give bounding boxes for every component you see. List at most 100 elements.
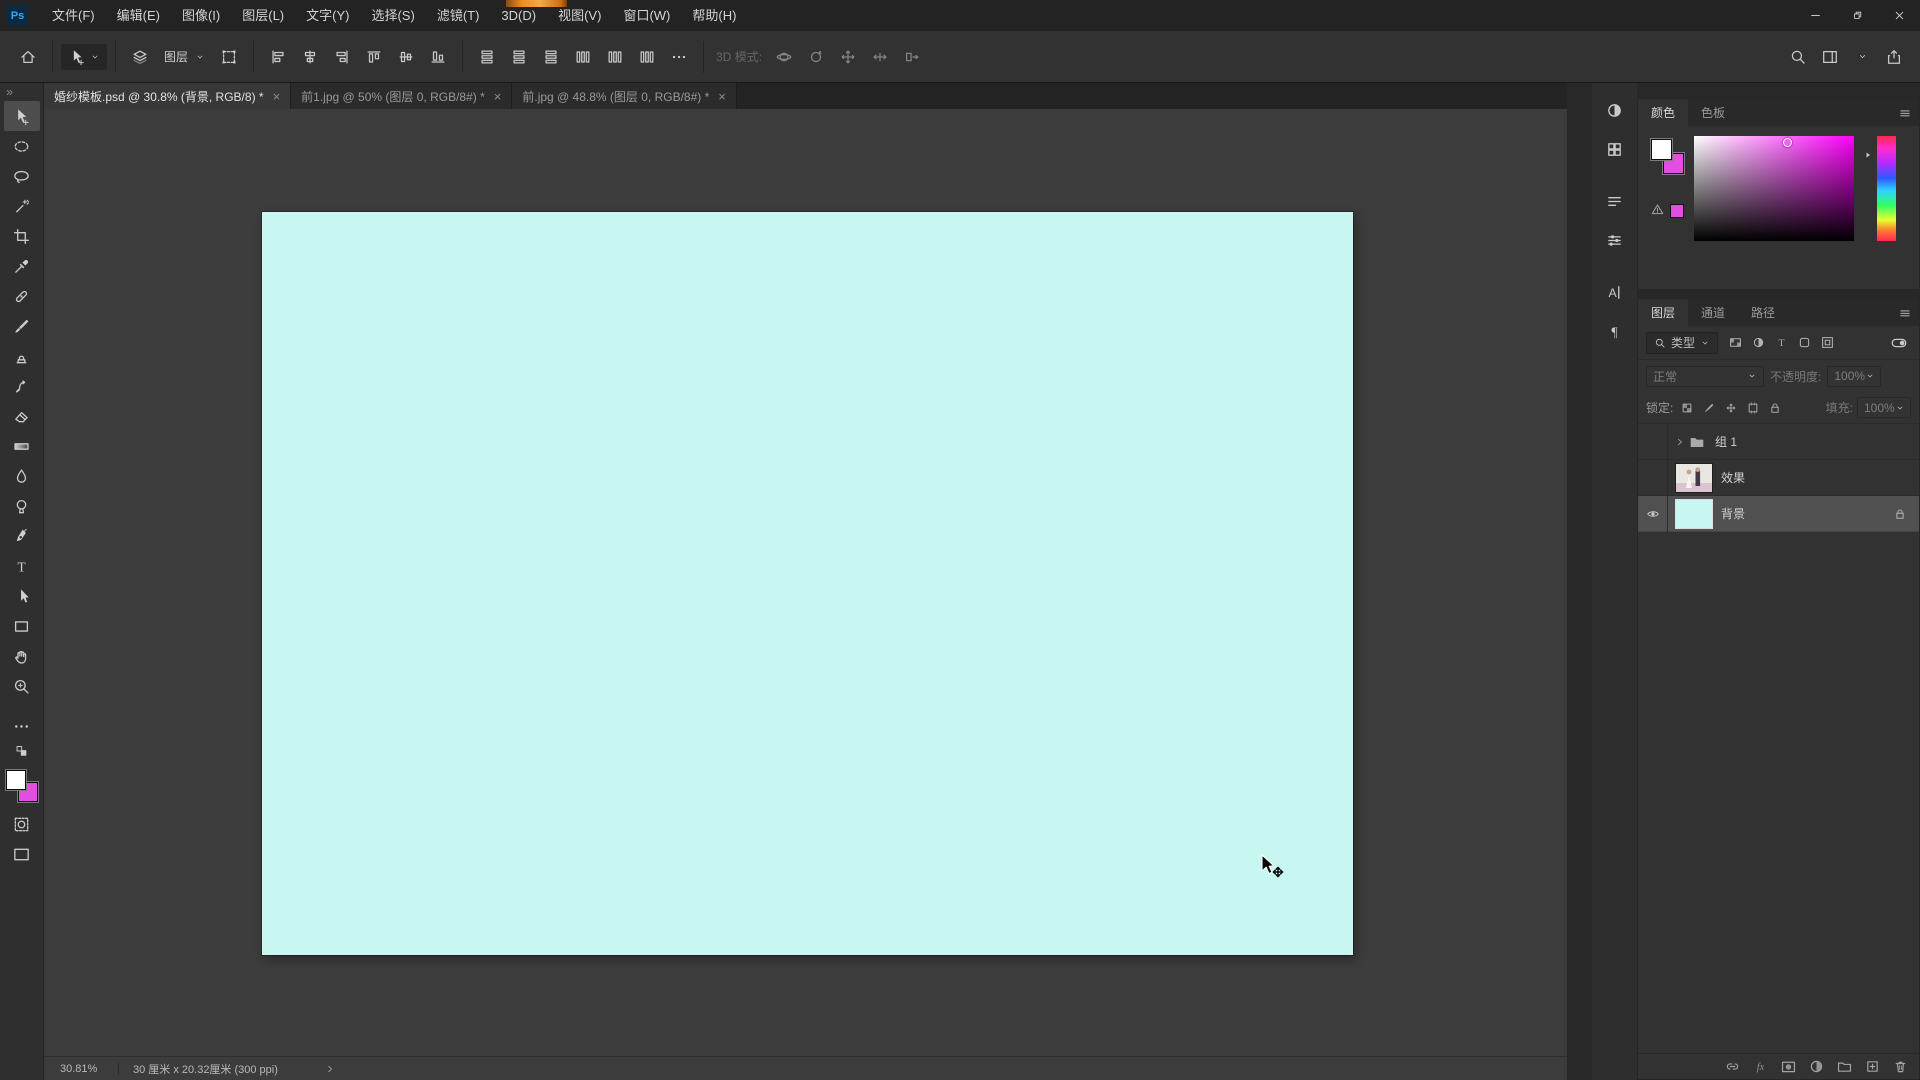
layer-thumbnail[interactable] [1676, 500, 1712, 528]
visibility-toggle[interactable] [1638, 424, 1668, 460]
filter-smart-object-icon[interactable] [1817, 333, 1838, 353]
clone-stamp-tool[interactable] [4, 341, 40, 371]
menu-item-1[interactable]: 文件(F) [41, 0, 106, 31]
document-tab-2[interactable]: 前1.jpg @ 50% (图层 0, RGB/8#) *× [291, 83, 512, 109]
pen-tool[interactable] [4, 521, 40, 551]
color-panel-menu-button[interactable] [1891, 99, 1919, 126]
expand-group-icon[interactable] [1674, 436, 1686, 448]
edit-toolbar-button[interactable] [4, 711, 40, 741]
paragraph-panel-icon[interactable]: ¶ [1592, 314, 1637, 348]
auto-select-dropdown[interactable]: 图层 [156, 45, 213, 68]
3d-slide-icon[interactable] [866, 43, 894, 71]
minimize-button[interactable] [1794, 0, 1836, 31]
share-button[interactable] [1880, 43, 1908, 71]
color-picker-indicator[interactable] [1783, 138, 1792, 147]
dodge-tool[interactable] [4, 491, 40, 521]
menu-item-7[interactable]: 滤镜(T) [426, 0, 491, 31]
menu-item-6[interactable]: 选择(S) [360, 0, 425, 31]
fill-dropdown[interactable]: 100% [1857, 397, 1911, 418]
gradient-tool[interactable] [4, 431, 40, 461]
tab-close-icon[interactable]: × [273, 89, 281, 104]
foreground-color-swatch[interactable] [6, 770, 26, 790]
gamut-warning-icon[interactable] [1650, 202, 1665, 217]
blend-mode-dropdown[interactable]: 正常 [1646, 366, 1764, 387]
opacity-dropdown[interactable]: 100% [1827, 366, 1881, 387]
properties-panel-icon[interactable] [1592, 223, 1637, 257]
eyedropper-tool[interactable] [4, 251, 40, 281]
layer-row-effects[interactable]: 效果 [1638, 460, 1919, 496]
menu-item-5[interactable]: 文字(Y) [295, 0, 360, 31]
distribute-top-icon[interactable] [473, 43, 501, 71]
layer-mask-icon[interactable] [1775, 1055, 1801, 1079]
libraries-panel-icon[interactable] [1592, 132, 1637, 166]
align-right-icon[interactable] [328, 43, 356, 71]
layer-row-group-1[interactable]: 组 1 [1638, 424, 1919, 460]
current-tool-button[interactable] [61, 44, 107, 70]
menu-item-11[interactable]: 帮助(H) [681, 0, 747, 31]
eraser-tool[interactable] [4, 401, 40, 431]
quick-mask-button[interactable] [4, 809, 40, 839]
lock-transparent-icon[interactable] [1677, 398, 1696, 417]
workspace-chevron-button[interactable] [1848, 43, 1876, 71]
type-tool[interactable]: T [4, 551, 40, 581]
3d-zoom-icon[interactable] [898, 43, 926, 71]
distribute-right-icon[interactable] [633, 43, 661, 71]
zoom-tool[interactable] [4, 671, 40, 701]
lock-move-icon[interactable] [1721, 398, 1740, 417]
more-align-options-button[interactable] [665, 43, 693, 71]
visibility-toggle[interactable] [1638, 496, 1668, 532]
filter-type-icon[interactable]: T [1771, 333, 1792, 353]
restore-button[interactable] [1836, 0, 1878, 31]
document-tab-3[interactable]: 前.jpg @ 48.8% (图层 0, RGB/8#) *× [512, 83, 737, 109]
gamut-color-swatch[interactable] [1670, 204, 1684, 218]
brush-tool[interactable] [4, 311, 40, 341]
3d-orbit-icon[interactable] [770, 43, 798, 71]
screen-mode-button[interactable] [4, 839, 40, 869]
rectangle-tool[interactable] [4, 611, 40, 641]
visibility-toggle[interactable] [1638, 460, 1668, 496]
align-center-v-icon[interactable] [392, 43, 420, 71]
filter-type-dropdown[interactable]: 类型 [1646, 332, 1718, 354]
menu-item-3[interactable]: 图像(I) [171, 0, 231, 31]
distribute-center-h-icon[interactable] [601, 43, 629, 71]
layers-panel-menu-button[interactable] [1891, 299, 1919, 326]
marquee-tool[interactable] [4, 131, 40, 161]
layer-thumbnail[interactable] [1676, 464, 1712, 492]
move-tool[interactable] [4, 101, 40, 131]
new-group-icon[interactable] [1831, 1055, 1857, 1079]
filter-pixel-icon[interactable] [1725, 333, 1746, 353]
tab-close-icon[interactable]: × [718, 89, 726, 104]
layer-effects-icon[interactable]: fx [1747, 1055, 1773, 1079]
history-brush-tool[interactable] [4, 371, 40, 401]
foreground-color-swatch[interactable] [1651, 139, 1672, 160]
default-colors-button[interactable] [4, 741, 40, 761]
status-chevron-icon[interactable] [324, 1063, 336, 1075]
document-canvas[interactable] [262, 212, 1353, 955]
3d-pan-icon[interactable] [834, 43, 862, 71]
workspace-button[interactable] [1816, 43, 1844, 71]
character-panel-icon[interactable]: A [1592, 275, 1637, 309]
3d-roll-icon[interactable] [802, 43, 830, 71]
menu-item-4[interactable]: 图层(L) [231, 0, 295, 31]
tab-close-icon[interactable]: × [494, 89, 502, 104]
layer-row-background[interactable]: 背景 [1638, 496, 1919, 532]
show-transform-controls-toggle[interactable] [215, 43, 243, 71]
menu-item-10[interactable]: 窗口(W) [612, 0, 681, 31]
home-button[interactable] [14, 43, 42, 71]
lock-all-icon[interactable] [1765, 398, 1784, 417]
link-layers-icon[interactable] [1719, 1055, 1745, 1079]
healing-brush-tool[interactable] [4, 281, 40, 311]
blur-tool[interactable] [4, 461, 40, 491]
filter-shape-icon[interactable] [1794, 333, 1815, 353]
menu-item-2[interactable]: 编辑(E) [106, 0, 171, 31]
tab-channels[interactable]: 通道 [1688, 299, 1738, 326]
path-selection-tool[interactable] [4, 581, 40, 611]
tab-layers[interactable]: 图层 [1638, 299, 1688, 326]
tab-swatches[interactable]: 色板 [1688, 99, 1738, 126]
align-center-h-icon[interactable] [296, 43, 324, 71]
lasso-tool[interactable] [4, 161, 40, 191]
canvas-area[interactable] [44, 109, 1567, 1056]
tab-paths[interactable]: 路径 [1738, 299, 1788, 326]
filter-toggle-switch[interactable] [1887, 333, 1911, 353]
toolbar-collapse-button[interactable] [0, 83, 43, 101]
